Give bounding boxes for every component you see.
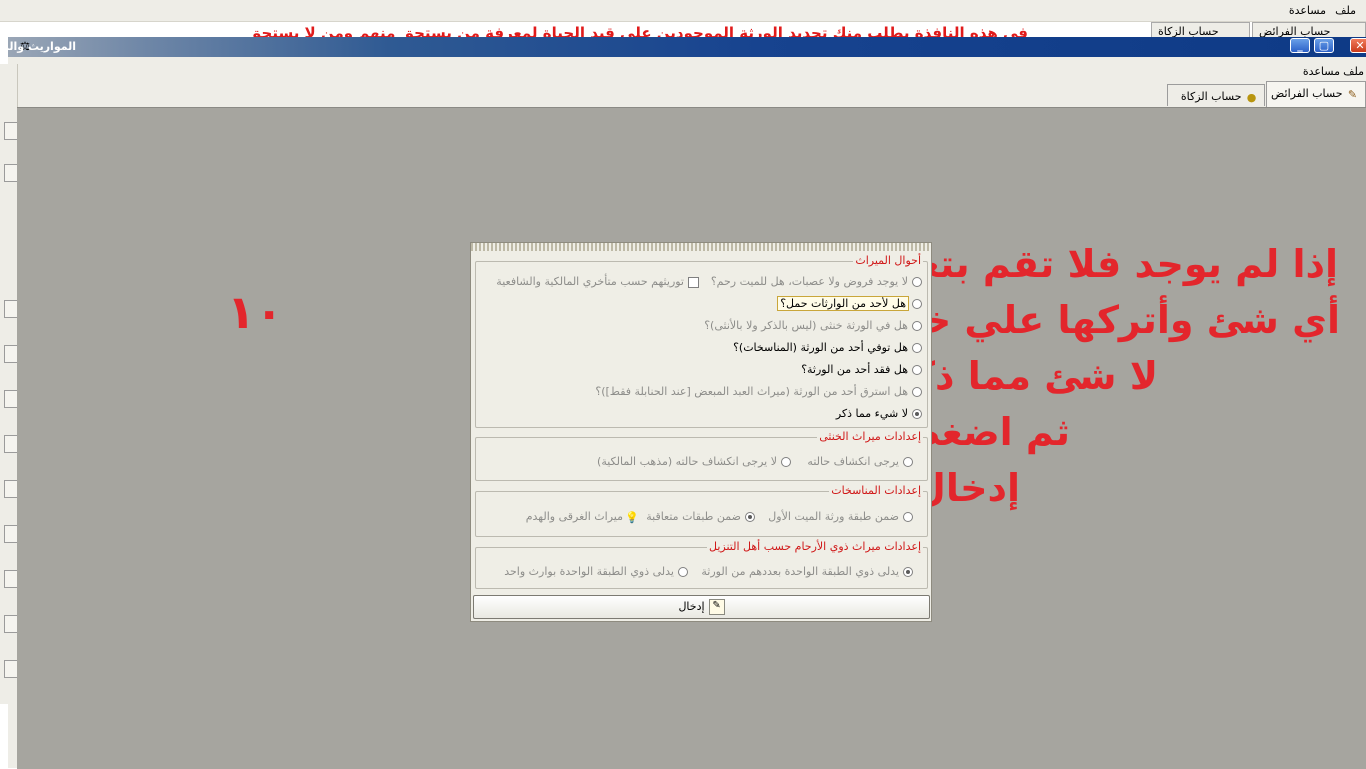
side-slot xyxy=(4,660,17,678)
side-slot xyxy=(4,435,17,453)
radio[interactable] xyxy=(912,321,922,331)
arham-settings-group: إعدادات ميراث ذوي الأرحام حسب أهل التنزي… xyxy=(475,540,928,589)
side-slot xyxy=(4,615,17,633)
option-label: لا يرجى انكشاف حالته (مذهب المالكية) xyxy=(597,455,777,468)
drowned-heirs-option[interactable]: 💡ميراث الغرقى والهدم xyxy=(526,509,639,525)
option-successive-layers[interactable]: ضمن طبقات متعاقبة xyxy=(646,509,755,525)
enter-button-label: إدخال xyxy=(678,600,705,613)
radio[interactable] xyxy=(903,457,913,467)
step-number-annotation: ١٠ xyxy=(227,285,284,339)
maximize-button[interactable]: ▢ xyxy=(1314,38,1334,53)
tab-zakat[interactable]: ● حساب الزكاة xyxy=(1167,84,1265,106)
option-label: هل استرق أحد من الورثة (ميراث العبد المب… xyxy=(595,385,908,398)
option-label: يدلى ذوي الطبقة الواحدة بوارث واحد xyxy=(504,565,674,578)
tab-fara-label: حساب الفرائض xyxy=(1271,87,1343,100)
hermaphrodite-settings-legend: إعدادات ميراث الخنثى xyxy=(817,430,923,443)
option-enslaved[interactable]: هل استرق أحد من الورثة (ميراث العبد المب… xyxy=(595,384,922,400)
lightbulb-icon: 💡 xyxy=(625,511,639,524)
radio-selected[interactable] xyxy=(745,512,755,522)
enter-button[interactable]: ✎إدخال xyxy=(473,595,930,619)
option-label: يدلى ذوي الطبقة الواحدة بعددهم من الورثة xyxy=(701,565,899,578)
side-slot xyxy=(4,390,17,408)
side-slot xyxy=(4,525,17,543)
option-label: ضمن طبقة ورثة الميت الأول xyxy=(768,510,899,523)
option-label: هل فقد أحد من الورثة؟ xyxy=(801,363,908,376)
close-button[interactable]: ✕ xyxy=(1350,38,1366,53)
side-slot xyxy=(4,122,17,140)
radio[interactable] xyxy=(912,277,922,287)
window-menubar: ملف مساعدة xyxy=(8,62,1366,80)
bg-menu-file[interactable]: ملف xyxy=(1335,4,1356,17)
side-slot xyxy=(4,345,17,363)
option-by-count[interactable]: يدلى ذوي الطبقة الواحدة بعددهم من الورثة xyxy=(701,564,913,580)
option-first-layer[interactable]: ضمن طبقة ورثة الميت الأول xyxy=(768,509,913,525)
option-missing-heir[interactable]: هل فقد أحد من الورثة؟ xyxy=(801,362,922,378)
tab-zakat-label: حساب الزكاة xyxy=(1180,90,1242,103)
dialog-drag-handle[interactable] xyxy=(471,243,931,251)
radio-selected[interactable] xyxy=(912,409,922,419)
option-pregnancy[interactable]: هل لأحد من الوارثات حمل؟ xyxy=(777,296,922,312)
heirs-status-group: أحوال الميراث لا يوجد فروض ولا عصبات، هل… xyxy=(475,254,928,428)
option-none[interactable]: لا شيء مما ذكر xyxy=(836,406,922,422)
option-hermaphrodite[interactable]: هل في الورثة خنثى (ليس بالذكر ولا بالأنث… xyxy=(704,318,922,334)
menu-file[interactable]: ملف xyxy=(1343,65,1364,78)
radio[interactable] xyxy=(678,567,688,577)
radio[interactable] xyxy=(912,387,922,397)
option-munasakhat[interactable]: هل توفي أحد من الورثة (المناسخات)؟ xyxy=(733,340,922,356)
bg-tab-fara[interactable]: حساب الفرائض xyxy=(1252,22,1366,38)
munasakhat-settings-group: إعدادات المناسخات ضمن طبقة ورثة الميت ال… xyxy=(475,484,928,537)
broom-icon: ✎ xyxy=(1347,87,1358,101)
heirs-status-legend: أحوال الميراث xyxy=(853,254,923,267)
side-slot xyxy=(4,164,17,182)
option-label: هل لأحد من الوارثات حمل؟ xyxy=(777,296,909,311)
bg-tab-zakat[interactable]: حساب الزكاة xyxy=(1151,22,1250,38)
edit-icon: ✎ xyxy=(708,599,725,615)
tab-fara[interactable]: ✎ حساب الفرائض xyxy=(1266,81,1366,107)
left-side-strip xyxy=(0,64,18,704)
checkbox-label: توريثهم حسب متأخري المالكية والشافعية xyxy=(496,275,684,288)
background-instruction-text: في هذه النافذة يطلب منك تحديد الورثة الم… xyxy=(247,24,1028,37)
radio[interactable] xyxy=(781,457,791,467)
option-no-furud[interactable]: لا يوجد فروض ولا عصبات، هل للميت رحم؟ xyxy=(711,274,922,290)
minimize-button[interactable]: _ xyxy=(1290,38,1310,53)
window-title: المواريث والزكاة xyxy=(0,40,76,53)
radio[interactable] xyxy=(912,343,922,353)
option-single-heir[interactable]: يدلى ذوي الطبقة الواحدة بوارث واحد xyxy=(504,564,688,580)
radio-selected[interactable] xyxy=(903,567,913,577)
option-label: يرجى انكشاف حالته xyxy=(807,455,899,468)
window-titlebar[interactable]: ⚖ المواريث والزكاة _ ▢ ✕ xyxy=(0,37,1366,57)
option-label: هل في الورثة خنثى (ليس بالذكر ولا بالأنث… xyxy=(704,319,908,332)
arham-settings-legend: إعدادات ميراث ذوي الأرحام حسب أهل التنزي… xyxy=(707,540,923,553)
munasakhat-settings-legend: إعدادات المناسخات xyxy=(829,484,923,497)
radio[interactable] xyxy=(912,365,922,375)
side-slot xyxy=(4,300,17,318)
option-label: لا شيء مما ذكر xyxy=(835,407,908,420)
menu-help[interactable]: مساعدة xyxy=(1303,65,1340,78)
side-slot xyxy=(4,480,17,498)
radio[interactable] xyxy=(912,299,922,309)
annotation-line-2: أي شئ وأتركها علي خير xyxy=(884,298,1340,342)
option-label: هل توفي أحد من الورثة (المناسخات)؟ xyxy=(733,341,908,354)
option-label: لا يوجد فروض ولا عصبات، هل للميت رحم؟ xyxy=(710,275,908,288)
background-menubar: ملف مساعدة xyxy=(0,0,1366,22)
checkbox[interactable] xyxy=(688,276,699,288)
checkbox-maliki-shafii[interactable]: توريثهم حسب متأخري المالكية والشافعية xyxy=(496,274,699,290)
hermaphrodite-settings-group: إعدادات ميراث الخنثى يرجى انكشاف حالته ل… xyxy=(475,430,928,481)
radio[interactable] xyxy=(903,512,913,522)
option-label: ضمن طبقات متعاقبة xyxy=(646,510,741,523)
option-label: ميراث الغرقى والهدم xyxy=(525,510,623,523)
side-slot xyxy=(4,570,17,588)
option-hope-reveal[interactable]: يرجى انكشاف حالته xyxy=(807,454,913,470)
option-no-hope-reveal[interactable]: لا يرجى انكشاف حالته (مذهب المالكية) xyxy=(597,454,791,470)
money-bag-icon: ● xyxy=(1246,90,1257,104)
bg-menu-help[interactable]: مساعدة xyxy=(1289,4,1326,17)
